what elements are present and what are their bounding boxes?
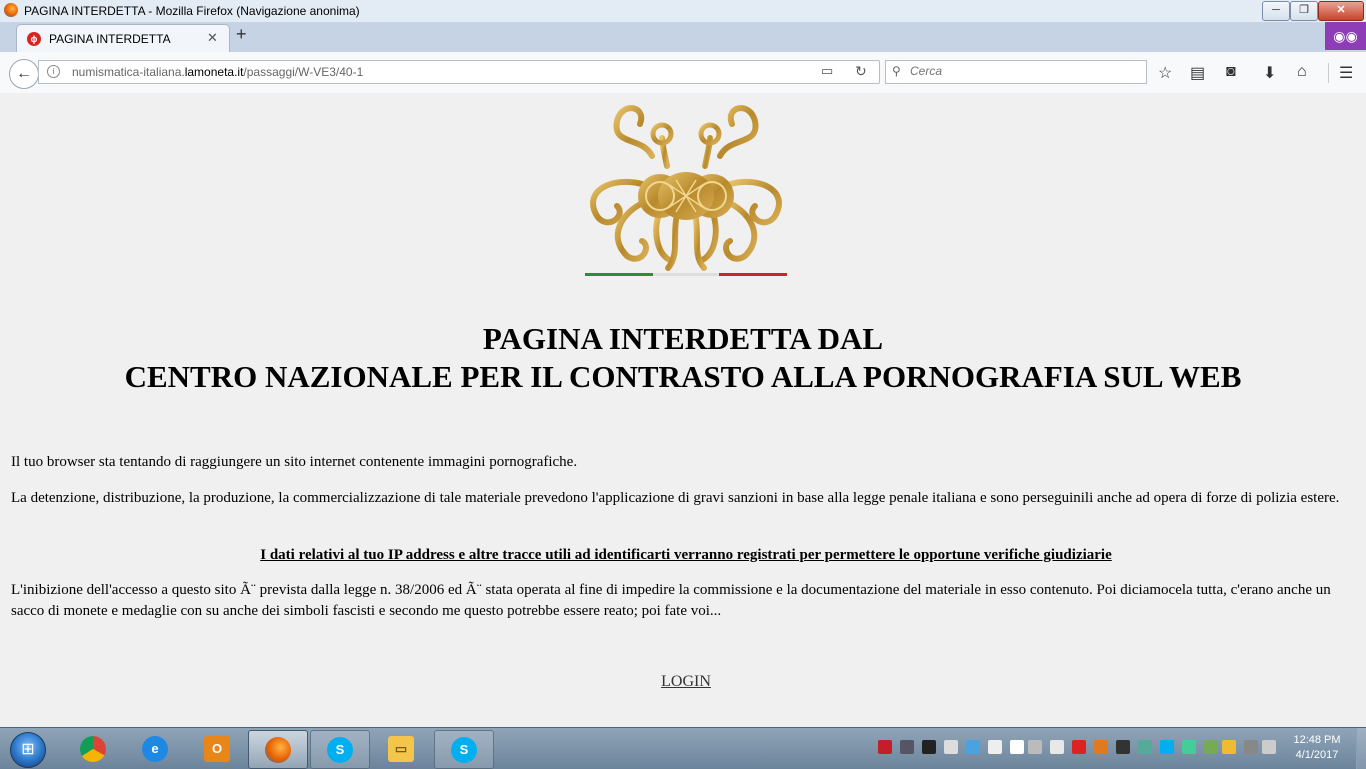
mcafee-icon[interactable] xyxy=(878,740,892,754)
taskbar-chrome[interactable] xyxy=(64,730,122,767)
reload-icon[interactable]: ↻ xyxy=(855,63,867,80)
cloud-icon[interactable] xyxy=(966,740,980,754)
windows-logo-icon: ⊞ xyxy=(21,741,35,758)
tray-orange-icon[interactable] xyxy=(1094,740,1108,754)
tray-shield-icon[interactable] xyxy=(1182,740,1196,754)
new-tab-button[interactable]: + xyxy=(236,24,247,45)
search-bar[interactable]: ⚲ xyxy=(885,60,1147,84)
url-text[interactable]: numismatica-italiana.lamoneta.it/passagg… xyxy=(72,65,363,79)
tray-dark-icon[interactable] xyxy=(1116,740,1130,754)
tab-label: PAGINA INTERDETTA xyxy=(49,32,171,46)
system-tray xyxy=(870,728,1280,769)
tray-layers-icon[interactable] xyxy=(1204,740,1218,754)
flying-spaghetti-monster-logo xyxy=(590,105,782,271)
back-arrow-icon: ← xyxy=(16,65,32,82)
paragraph-legal-sanctions: La detenzione, distribuzione, la produzi… xyxy=(11,490,1340,506)
window-title-bar: PAGINA INTERDETTA - Mozilla Firefox (Nav… xyxy=(0,0,1366,22)
flag-white-segment xyxy=(653,273,719,276)
close-icon: ✕ xyxy=(1336,4,1346,16)
firefox-taskbar-icon xyxy=(265,737,291,763)
search-icon: ⚲ xyxy=(892,64,901,78)
tray-page-icon[interactable] xyxy=(1010,740,1024,754)
volume-muted-icon[interactable] xyxy=(1262,740,1276,754)
system-clock[interactable]: 12:48 PM 4/1/2017 xyxy=(1284,733,1350,763)
outlook-icon: O xyxy=(204,736,230,762)
bookmark-star-icon[interactable]: ☆ xyxy=(1158,63,1172,83)
pocket-icon[interactable]: ◙ xyxy=(1226,63,1236,81)
ip-tracking-warning: I dati relativi al tuo IP address e altr… xyxy=(260,547,1112,563)
chrome-icon xyxy=(80,736,106,762)
url-domain: lamoneta.it xyxy=(184,65,244,79)
paragraph-law-reference: L'inibizione dell'accesso a questo sito … xyxy=(11,582,1331,619)
clock-date: 4/1/2017 xyxy=(1295,749,1339,761)
firefox-icon xyxy=(4,3,18,17)
reader-view-icon[interactable]: ▭ xyxy=(821,63,833,79)
italian-flag-line xyxy=(585,273,787,276)
toolbar-separator xyxy=(1328,63,1329,83)
maximize-icon: ❐ xyxy=(1299,4,1309,16)
minimize-icon: ─ xyxy=(1272,4,1280,16)
skype-chat-icon: S xyxy=(451,737,477,763)
page-heading-line1: PAGINA INTERDETTA DAL xyxy=(482,321,884,356)
home-icon[interactable]: ⌂ xyxy=(1297,63,1307,81)
downloads-icon[interactable]: ⬇ xyxy=(1263,63,1276,83)
taskbar-skype-chat[interactable]: S xyxy=(434,730,494,769)
tray-badge-icon[interactable] xyxy=(1222,740,1236,754)
tray-check-icon[interactable] xyxy=(1138,740,1152,754)
window-title: PAGINA INTERDETTA - Mozilla Firefox (Nav… xyxy=(24,4,360,18)
taskbar-skype[interactable]: S xyxy=(310,730,370,769)
taskbar-internet-explorer[interactable]: e xyxy=(126,730,184,767)
tray-blocked-icon[interactable] xyxy=(944,740,958,754)
page-heading-line2: CENTRO NAZIONALE PER IL CONTRASTO ALLA P… xyxy=(124,359,1242,394)
tray-box-icon[interactable] xyxy=(1028,740,1042,754)
menu-hamburger-icon[interactable]: ☰ xyxy=(1339,63,1353,83)
skype-icon: S xyxy=(327,737,353,763)
taskbar-file-explorer[interactable]: ▭ xyxy=(372,730,430,767)
tab-pagina-interdetta[interactable]: ɸ PAGINA INTERDETTA ✕ xyxy=(16,24,230,53)
flag-green-segment xyxy=(585,273,653,276)
show-desktop-button[interactable] xyxy=(1356,728,1366,769)
internet-explorer-icon: e xyxy=(142,736,168,762)
network-signal-icon[interactable] xyxy=(900,740,914,754)
url-bar[interactable]: i numismatica-italiana.lamoneta.it/passa… xyxy=(38,60,880,84)
private-browsing-indicator: ◉◉ xyxy=(1325,22,1366,50)
site-favicon-icon: ɸ xyxy=(27,32,41,46)
mask-icon: ◉◉ xyxy=(1333,28,1358,44)
tab-strip: ɸ PAGINA INTERDETTA ✕ + xyxy=(0,22,1366,53)
clock-time: 12:48 PM xyxy=(1293,734,1341,746)
search-input[interactable] xyxy=(910,63,1138,79)
login-link[interactable]: LOGIN xyxy=(0,673,1366,691)
paragraph-browser-warning: Il tuo browser sta tentando di raggiunge… xyxy=(11,454,578,470)
bookmarks-library-icon[interactable]: ▤ xyxy=(1190,63,1205,83)
tray-app-icon[interactable] xyxy=(922,740,936,754)
close-window-button[interactable]: ✕ xyxy=(1318,1,1364,21)
taskbar-firefox[interactable] xyxy=(248,730,308,769)
tray-skype-icon[interactable] xyxy=(1160,740,1174,754)
battery-icon[interactable] xyxy=(1244,740,1258,754)
windows-taskbar: ⊞ e O S ▭ S 12:48 PM 4/1/2017 xyxy=(0,727,1366,769)
maximize-button[interactable]: ❐ xyxy=(1290,1,1318,21)
tab-close-icon[interactable]: ✕ xyxy=(207,30,218,46)
taskbar-outlook[interactable]: O xyxy=(188,730,246,767)
folder-icon: ▭ xyxy=(388,736,414,762)
navigation-toolbar: ← i numismatica-italiana.lamoneta.it/pas… xyxy=(0,52,1366,94)
back-button[interactable]: ← xyxy=(9,59,39,89)
site-info-icon[interactable]: i xyxy=(47,65,60,78)
page-content: PAGINA INTERDETTA DAL CENTRO NAZIONALE P… xyxy=(0,93,1366,727)
tray-document-icon[interactable] xyxy=(988,740,1002,754)
tray-icon[interactable] xyxy=(1050,740,1064,754)
flag-red-segment xyxy=(719,273,787,276)
minimize-button[interactable]: ─ xyxy=(1262,1,1290,21)
pdf-icon[interactable] xyxy=(1072,740,1086,754)
start-button[interactable]: ⊞ xyxy=(10,732,46,768)
